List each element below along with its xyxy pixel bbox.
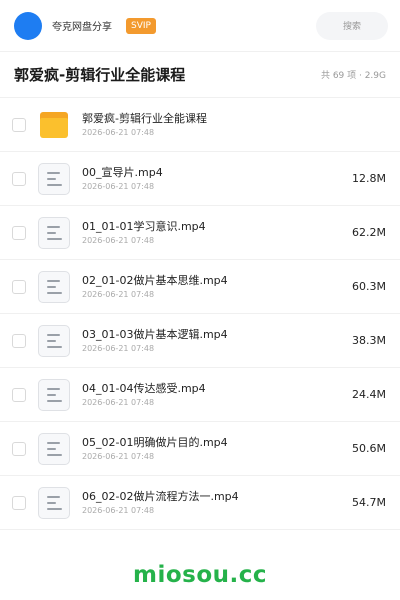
file-size: 24.4M bbox=[352, 388, 386, 401]
file-date: 2026-06-21 07:48 bbox=[82, 451, 155, 461]
file-date: 2026-06-21 07:48 bbox=[82, 289, 155, 299]
file-name: 00_宣导片.mp4 bbox=[82, 165, 163, 179]
list-item[interactable]: 03_01-03做片基本逻辑.mp4 2026-06-21 07:48 38.3… bbox=[0, 314, 400, 368]
app-name: 夸克网盘分享 bbox=[52, 22, 112, 33]
file-list: 郭爱疯-剪辑行业全能课程 2026-06-21 07:48 00_宣导片.mp4… bbox=[0, 98, 400, 530]
file-icon bbox=[37, 270, 71, 304]
file-size: 38.3M bbox=[352, 334, 386, 347]
file-date: 2026-06-21 07:48 bbox=[82, 343, 155, 353]
list-item[interactable]: 02_01-02做片基本思维.mp4 2026-06-21 07:48 60.3… bbox=[0, 260, 400, 314]
file-icon bbox=[37, 378, 71, 412]
file-name: 01_01-01学习意识.mp4 bbox=[82, 219, 206, 233]
header-bar: 夸克网盘分享 SVIP 搜索 bbox=[0, 0, 400, 52]
row-checkbox[interactable] bbox=[12, 279, 26, 294]
list-item[interactable]: 05_02-01明确做片目的.mp4 2026-06-21 07:48 50.6… bbox=[0, 422, 400, 476]
svip-badge: SVIP bbox=[126, 17, 156, 34]
row-checkbox[interactable] bbox=[12, 117, 26, 132]
list-item-folder[interactable]: 郭爱疯-剪辑行业全能课程 2026-06-21 07:48 bbox=[0, 98, 400, 152]
file-size: 60.3M bbox=[352, 280, 386, 293]
file-icon bbox=[37, 324, 71, 358]
file-name: 06_02-02做片流程方法一.mp4 bbox=[82, 489, 239, 503]
row-checkbox[interactable] bbox=[12, 441, 26, 456]
list-item[interactable]: 01_01-01学习意识.mp4 2026-06-21 07:48 62.2M bbox=[0, 206, 400, 260]
file-size: 54.7M bbox=[352, 496, 386, 509]
file-icon bbox=[37, 162, 71, 196]
file-name: 04_01-04传达感受.mp4 bbox=[82, 381, 206, 395]
file-icon bbox=[37, 486, 71, 520]
row-checkbox[interactable] bbox=[12, 171, 26, 186]
row-checkbox[interactable] bbox=[12, 333, 26, 348]
file-name: 02_01-02做片基本思维.mp4 bbox=[82, 273, 228, 287]
title-bar: 郭爱疯-剪辑行业全能课程 共 69 项 · 2.9G bbox=[0, 52, 400, 98]
file-date: 2026-06-21 07:48 bbox=[82, 181, 155, 191]
page-title: 郭爱疯-剪辑行业全能课程 bbox=[14, 66, 186, 84]
list-item[interactable]: 04_01-04传达感受.mp4 2026-06-21 07:48 24.4M bbox=[0, 368, 400, 422]
watermark-text: miosou.cc bbox=[132, 562, 268, 588]
file-name: 郭爱疯-剪辑行业全能课程 bbox=[82, 111, 207, 125]
file-size: 12.8M bbox=[352, 172, 386, 185]
file-date: 2026-06-21 07:48 bbox=[82, 235, 155, 245]
file-date: 2026-06-21 07:48 bbox=[82, 505, 155, 515]
row-checkbox[interactable] bbox=[12, 495, 26, 510]
folder-icon bbox=[37, 108, 71, 142]
file-size: 50.6M bbox=[352, 442, 386, 455]
file-name: 05_02-01明确做片目的.mp4 bbox=[82, 435, 228, 449]
file-icon bbox=[37, 216, 71, 250]
list-item[interactable]: 06_02-02做片流程方法一.mp4 2026-06-21 07:48 54.… bbox=[0, 476, 400, 530]
file-date: 2026-06-21 07:48 bbox=[82, 127, 155, 137]
avatar[interactable] bbox=[14, 11, 42, 40]
file-name: 03_01-03做片基本逻辑.mp4 bbox=[82, 327, 228, 341]
list-item[interactable]: 00_宣导片.mp4 2026-06-21 07:48 12.8M bbox=[0, 152, 400, 206]
row-checkbox[interactable] bbox=[12, 387, 26, 402]
search-button[interactable]: 搜索 bbox=[316, 11, 388, 40]
file-date: 2026-06-21 07:48 bbox=[82, 397, 155, 407]
file-icon bbox=[37, 432, 71, 466]
row-checkbox[interactable] bbox=[12, 225, 26, 240]
item-summary: 共 69 项 · 2.9G bbox=[320, 71, 386, 81]
file-size: 62.2M bbox=[352, 226, 386, 239]
